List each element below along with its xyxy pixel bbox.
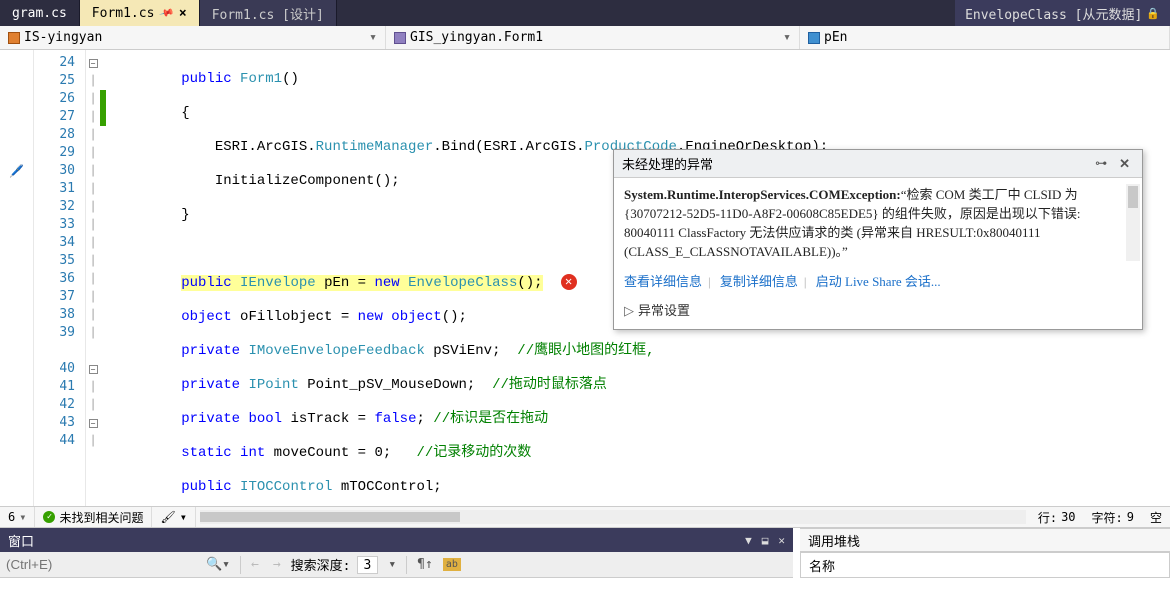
window-panel-header[interactable]: 窗口 ▼ ⬓ ✕ [0, 528, 793, 552]
callstack-name-header: 名称 [800, 552, 1170, 578]
view-details-link[interactable]: 查看详细信息 [624, 274, 702, 289]
liveshare-link[interactable]: 启动 Live Share 会话... [816, 274, 941, 289]
tool-icon-1[interactable]: ¶↑ [413, 557, 437, 572]
scrollbar[interactable] [1126, 184, 1140, 261]
search-toolbar: 🔍▾ ← → 搜索深度: 3 ▾ ¶↑ ab [0, 552, 793, 578]
chevron-down-icon[interactable]: ▾ [384, 557, 400, 572]
class-icon [394, 32, 406, 44]
exception-body: System.Runtime.InteropServices.COMExcept… [614, 178, 1142, 267]
chevron-down-icon: ▾ [783, 30, 791, 45]
tab-envelope[interactable]: EnvelopeClass [从元数据] 🔒 [955, 0, 1170, 26]
pin-icon[interactable]: ⊶ [1095, 156, 1107, 171]
check-icon: ✓ [43, 511, 55, 523]
exception-settings[interactable]: ▷异常设置 [614, 294, 1142, 329]
tab-gram[interactable]: gram.cs [0, 0, 80, 26]
nav-member[interactable]: pEn [800, 26, 1170, 49]
exception-links: 查看详细信息| 复制详细信息| 启动 Live Share 会话... [614, 267, 1142, 294]
callstack-panel-header[interactable]: 调用堆栈 [800, 528, 1170, 552]
close-icon[interactable]: ✕ [778, 534, 785, 547]
line-numbers: 2425262728293031323334353637383940414243… [34, 50, 86, 520]
exception-popup: 未经处理的异常 ⊶ ✕ System.Runtime.InteropServic… [613, 149, 1143, 330]
chevron-down-icon[interactable]: ▾ [19, 510, 26, 524]
search-icon[interactable]: 🔍▾ [202, 557, 234, 572]
tab-bar: gram.cs Form1.cs 📌 × Form1.cs [设计] Envel… [0, 0, 1170, 26]
depth-value[interactable]: 3 [357, 556, 379, 574]
brush-button[interactable]: 🖌▾ [152, 507, 195, 527]
copy-details-link[interactable]: 复制详细信息 [720, 274, 798, 289]
nav-back-icon[interactable]: ← [247, 557, 263, 572]
brush-icon: 🖌 [160, 510, 175, 524]
field-icon [808, 32, 820, 44]
lock-icon: 🔒 [1146, 7, 1160, 20]
nav-fwd-icon[interactable]: → [269, 557, 285, 572]
pin-icon[interactable]: 📌 [159, 5, 175, 21]
fold-column[interactable]: −│││││││││││││││−││−│ [86, 50, 100, 520]
nav-namespace[interactable]: IS-yingyan▾ [0, 26, 386, 49]
chevron-down-icon: ▾ [369, 30, 377, 45]
error-icon[interactable]: ✕ [561, 274, 577, 290]
tool-icon-2[interactable]: ab [443, 558, 461, 571]
tab-design[interactable]: Form1.cs [设计] [200, 0, 337, 26]
tab-form1[interactable]: Form1.cs 📌 × [80, 0, 200, 26]
search-input[interactable] [6, 555, 196, 575]
pin-icon[interactable]: ⬓ [762, 534, 769, 547]
dropdown-icon[interactable]: ▼ [745, 534, 752, 547]
dropper-icon: 🖊️ [9, 164, 24, 178]
margin-marks: 🖊️ [0, 50, 34, 520]
nav-bar: IS-yingyan▾ GIS_yingyan.Form1▾ pEn [0, 26, 1170, 50]
issues-status[interactable]: ✓未找到相关问题 [35, 507, 152, 527]
namespace-icon [8, 32, 20, 44]
tab-close-icon[interactable]: × [179, 6, 187, 21]
exception-titlebar[interactable]: 未经处理的异常 ⊶ ✕ [614, 150, 1142, 178]
h-scrollbar[interactable] [200, 510, 1026, 524]
status-bar: 6 ▾ ✓未找到相关问题 🖌▾ 行: 30 字符: 9 空 [0, 506, 1170, 528]
nav-class[interactable]: GIS_yingyan.Form1▾ [386, 26, 800, 49]
close-icon[interactable]: ✕ [1115, 156, 1134, 172]
triangle-icon: ▷ [624, 303, 634, 318]
